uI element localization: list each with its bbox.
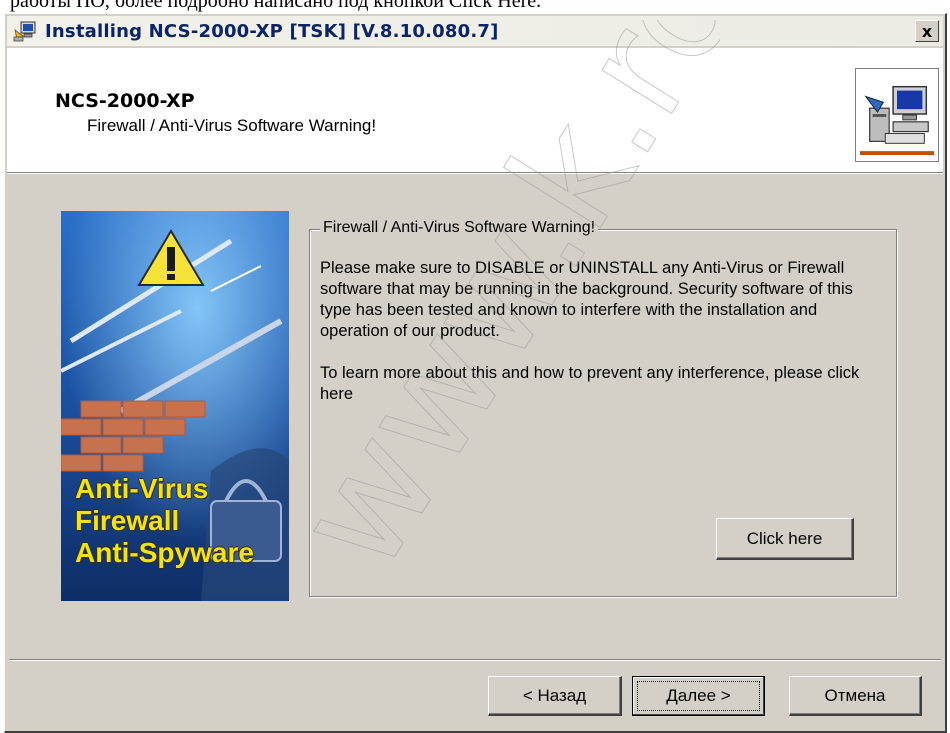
- groupbox-title: Firewall / Anti-Virus Software Warning!: [320, 219, 599, 237]
- side-label-firewall: Firewall: [75, 505, 180, 536]
- cancel-button[interactable]: Отмена: [789, 676, 922, 716]
- warning-groupbox: Firewall / Anti-Virus Software Warning! …: [309, 219, 897, 597]
- footer-separator: [9, 659, 941, 661]
- top-caption: работы ПО, более подробно написано под к…: [10, 0, 542, 12]
- warning-paragraph: Please make sure to DISABLE or UNINSTALL…: [320, 259, 853, 340]
- close-button[interactable]: x: [915, 20, 939, 42]
- close-icon: x: [921, 21, 933, 41]
- side-label-anti-spyware: Anti-Spyware: [75, 537, 254, 568]
- click-here-label: Click here: [746, 528, 823, 548]
- next-button[interactable]: Далее >: [632, 676, 765, 716]
- installer-app-icon: [13, 21, 36, 42]
- installer-window: Installing NCS-2000-XP [TSK] [V.8.10.080…: [4, 13, 947, 733]
- cancel-label: Отмена: [824, 685, 886, 705]
- page-subtitle: Firewall / Anti-Virus Software Warning!: [87, 116, 377, 135]
- security-software-image: Anti-Virus Firewall Anti-Spyware: [61, 211, 289, 601]
- back-button[interactable]: < Назад: [488, 676, 622, 716]
- window-title: Installing NCS-2000-XP [TSK] [V.8.10.080…: [45, 20, 499, 42]
- back-label: < Назад: [522, 685, 587, 705]
- click-here-button[interactable]: Click here: [716, 518, 854, 560]
- title-bar[interactable]: Installing NCS-2000-XP [TSK] [V.8.10.080…: [7, 16, 943, 46]
- warning-text: Please make sure to DISABLE or UNINSTALL…: [320, 258, 880, 426]
- computer-setup-icon: [855, 68, 939, 162]
- side-label-anti-virus: Anti-Virus: [75, 473, 209, 504]
- learn-more-paragraph: To learn more about this and how to prev…: [320, 364, 860, 403]
- wizard-header: NCS-2000-XP Firewall / Anti-Virus Softwa…: [7, 48, 943, 174]
- product-name: NCS-2000-XP: [55, 90, 195, 112]
- focus-ring: [637, 681, 760, 711]
